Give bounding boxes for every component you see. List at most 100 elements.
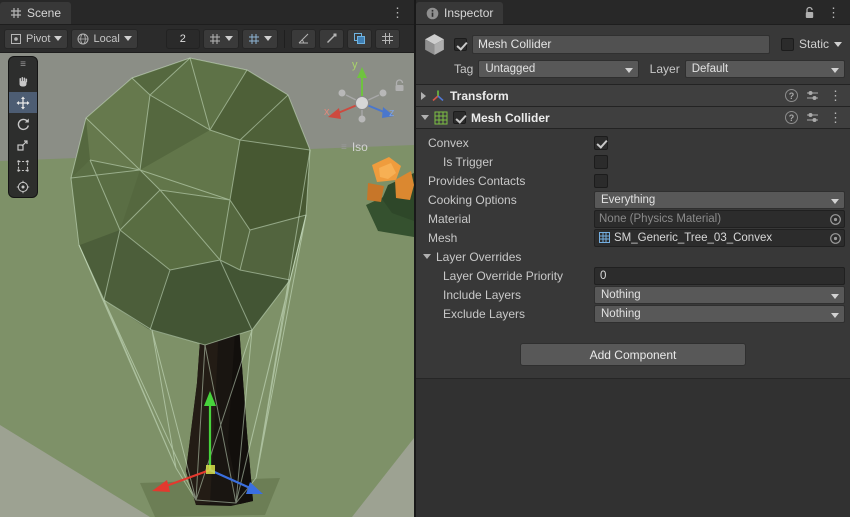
layer-override-priority-row: Layer Override Priority bbox=[416, 266, 850, 285]
provides-contacts-checkbox[interactable] bbox=[594, 174, 608, 188]
rotate-icon bbox=[16, 117, 30, 131]
static-label: Static bbox=[799, 37, 829, 51]
layer-overrides-foldout-icon bbox=[423, 254, 431, 259]
add-component-button[interactable]: Add Component bbox=[520, 343, 746, 366]
scene-tabstrip: Scene ⋮ bbox=[0, 0, 414, 25]
move-tool-button[interactable] bbox=[9, 92, 37, 113]
inspector-tab[interactable]: Inspector bbox=[416, 2, 503, 24]
scene-tab-menu-icon[interactable]: ⋮ bbox=[389, 6, 406, 19]
scene-tab-icon bbox=[10, 7, 22, 19]
mesh-picker-icon[interactable] bbox=[829, 232, 842, 245]
transform-component-icon bbox=[431, 89, 445, 103]
inspector-panel: Inspector ⋮ Static Tag Untagged bbox=[416, 0, 850, 517]
gameobject-cube-icon[interactable] bbox=[421, 31, 448, 58]
clipped-grid-icon bbox=[381, 32, 394, 45]
material-row: Material None (Physics Material) bbox=[416, 209, 850, 228]
mesh-object-field[interactable]: SM_Generic_Tree_03_Convex bbox=[594, 229, 845, 247]
pen-tool-icon bbox=[325, 32, 338, 45]
grid-icon bbox=[209, 33, 221, 45]
include-layers-dropdown[interactable]: Nothing bbox=[594, 286, 845, 304]
mesh-row: Mesh SM_Generic_Tree_03_Convex bbox=[416, 228, 850, 247]
scene-viewport[interactable]: ≡ y x z ≡ Iso bbox=[0, 53, 414, 517]
exclude-layers-label: Exclude Layers bbox=[428, 307, 594, 321]
layer-dropdown[interactable]: Default bbox=[685, 60, 845, 78]
probe-tool-button[interactable] bbox=[319, 29, 344, 49]
pivot-mode-button[interactable]: Pivot bbox=[4, 29, 68, 49]
inspector-tab-label: Inspector bbox=[444, 6, 493, 20]
static-group[interactable]: Static bbox=[781, 37, 845, 51]
local-label: Local bbox=[93, 33, 119, 45]
mesh-collider-properties: Convex Is Trigger Provides Contacts Cook… bbox=[416, 128, 850, 329]
gizmo-y-label[interactable]: y bbox=[352, 59, 358, 71]
rect-tool-icon bbox=[16, 159, 30, 173]
measure-tool-button[interactable] bbox=[291, 29, 316, 49]
layers-view-button[interactable] bbox=[347, 29, 372, 49]
transform-preset-icon[interactable] bbox=[806, 89, 819, 102]
gameobject-name-field[interactable] bbox=[472, 35, 770, 54]
exclude-layers-dropdown[interactable]: Nothing bbox=[594, 305, 845, 323]
scene-render bbox=[0, 53, 414, 517]
inspector-tabstrip: Inspector ⋮ bbox=[416, 0, 850, 25]
material-picker-icon[interactable] bbox=[829, 213, 842, 226]
scene-tab[interactable]: Scene bbox=[0, 2, 71, 24]
tag-dropdown[interactable]: Untagged bbox=[478, 60, 638, 78]
transform-title: Transform bbox=[450, 89, 780, 103]
layer-override-priority-field[interactable] bbox=[594, 267, 845, 285]
transform-help-icon[interactable]: ? bbox=[785, 89, 798, 102]
overlay-menu-icon[interactable]: ≡ bbox=[9, 57, 37, 71]
projection-menu-icon: ≡ bbox=[341, 142, 347, 153]
layers-icon bbox=[353, 32, 366, 45]
scale-tool-button[interactable] bbox=[9, 134, 37, 155]
mesh-collider-title: Mesh Collider bbox=[471, 111, 780, 125]
camera-view-button[interactable] bbox=[375, 29, 400, 49]
hand-icon bbox=[16, 75, 30, 89]
mesh-collider-foldout-icon[interactable] bbox=[421, 115, 429, 120]
inspector-lock-icon[interactable] bbox=[804, 6, 815, 19]
transform-component-header[interactable]: Transform ? ⋮ bbox=[416, 84, 850, 106]
transform-foldout-icon[interactable] bbox=[421, 92, 426, 100]
snap-grid-icon bbox=[248, 33, 260, 45]
inspector-empty-area bbox=[416, 378, 850, 517]
pivot-icon bbox=[10, 33, 22, 45]
inspector-menu-icon[interactable]: ⋮ bbox=[825, 6, 842, 19]
pivot-caret-icon bbox=[54, 36, 62, 41]
static-checkbox[interactable] bbox=[781, 38, 794, 51]
mesh-asset-icon bbox=[599, 232, 610, 243]
mesh-collider-help-icon[interactable]: ? bbox=[785, 111, 798, 124]
gizmo-x-label[interactable]: x bbox=[324, 106, 330, 118]
layer-overrides-label: Layer Overrides bbox=[436, 250, 521, 264]
mesh-collider-enabled-checkbox[interactable] bbox=[453, 111, 466, 124]
gameobject-active-checkbox[interactable] bbox=[454, 38, 467, 51]
tag-label: Tag bbox=[454, 62, 473, 76]
rotate-tool-button[interactable] bbox=[9, 113, 37, 134]
projection-toggle[interactable]: ≡ Iso bbox=[341, 140, 368, 154]
transform-icon bbox=[16, 180, 30, 194]
gizmo-z-label[interactable]: z bbox=[389, 107, 395, 119]
cooking-options-dropdown[interactable]: Everything bbox=[594, 191, 845, 209]
convex-label: Convex bbox=[428, 136, 594, 150]
transform-menu-icon[interactable]: ⋮ bbox=[827, 89, 844, 102]
provides-contacts-label: Provides Contacts bbox=[428, 174, 594, 188]
material-object-field[interactable]: None (Physics Material) bbox=[594, 210, 845, 228]
transform-tool-button[interactable] bbox=[9, 176, 37, 197]
convex-checkbox[interactable] bbox=[594, 136, 608, 150]
mesh-collider-preset-icon[interactable] bbox=[806, 111, 819, 124]
layer-label: Layer bbox=[650, 62, 680, 76]
snap-settings-button[interactable] bbox=[242, 29, 278, 49]
is-trigger-checkbox[interactable] bbox=[594, 155, 608, 169]
cooking-options-row: Cooking Options Everything bbox=[416, 190, 850, 209]
view-tool-button[interactable] bbox=[9, 71, 37, 92]
layer-overrides-foldout[interactable]: Layer Overrides bbox=[416, 247, 850, 266]
mesh-collider-menu-icon[interactable]: ⋮ bbox=[827, 111, 844, 124]
grid-visibility-button[interactable] bbox=[203, 29, 239, 49]
mesh-collider-component-header[interactable]: Mesh Collider ? ⋮ bbox=[416, 106, 850, 128]
scene-toolbar: Pivot Local 2 bbox=[0, 25, 414, 53]
grid-size-field[interactable]: 2 bbox=[166, 29, 200, 49]
handle-rotation-button[interactable]: Local bbox=[71, 29, 137, 49]
view-lock-icon[interactable] bbox=[394, 79, 405, 92]
local-caret-icon bbox=[124, 36, 132, 41]
projection-label: Iso bbox=[352, 140, 368, 154]
cooking-options-label: Cooking Options bbox=[428, 193, 594, 207]
rect-tool-button[interactable] bbox=[9, 155, 37, 176]
convex-row: Convex bbox=[416, 133, 850, 152]
